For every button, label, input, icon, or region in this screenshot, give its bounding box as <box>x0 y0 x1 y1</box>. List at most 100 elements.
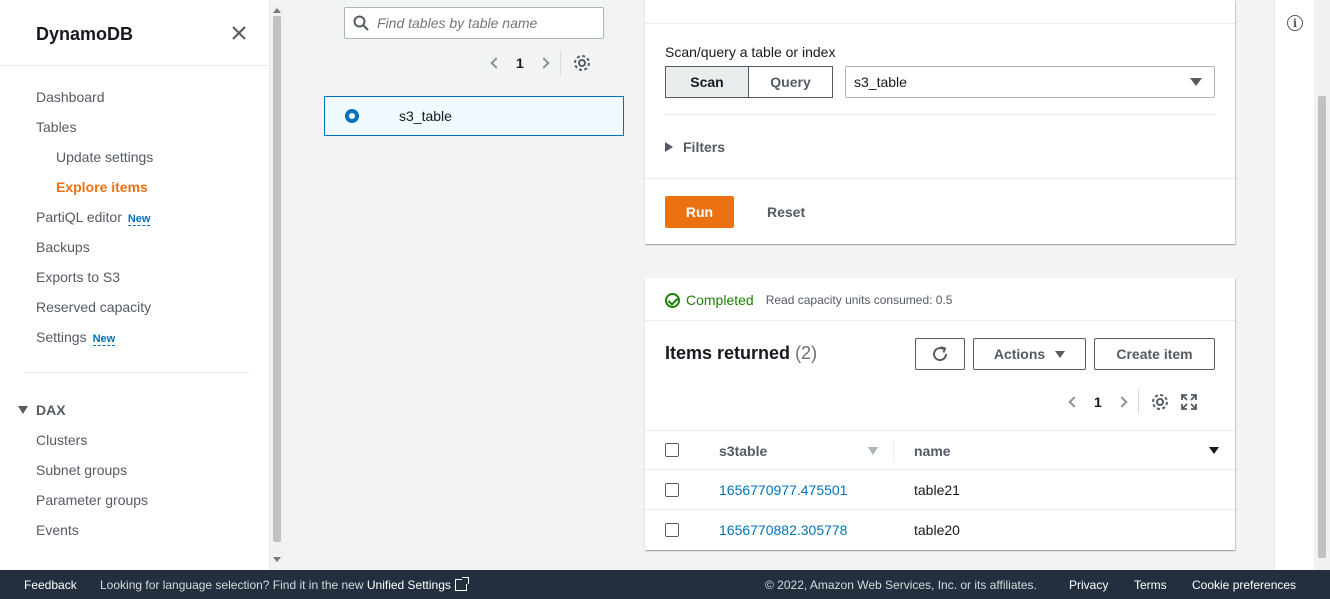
actions-dropdown-button[interactable]: Actions <box>973 338 1086 370</box>
language-notice-text: Looking for language selection? Find it … <box>100 578 364 592</box>
sidebar-item-update-settings[interactable]: Update settings <box>56 149 153 165</box>
cookie-preferences-link[interactable]: Cookie preferences <box>1192 578 1296 592</box>
footer: Feedback Looking for language selection?… <box>0 570 1330 599</box>
sidebar-item-tables[interactable]: Tables <box>36 119 76 135</box>
divider <box>559 51 561 75</box>
gear-icon[interactable] <box>573 54 591 72</box>
chevron-right-icon[interactable] <box>1116 396 1128 408</box>
unified-settings-link[interactable]: Unified Settings <box>367 578 451 592</box>
name-cell: table20 <box>914 522 960 538</box>
caret-down-icon <box>1190 78 1202 86</box>
sidebar-item-settings[interactable]: Settings New <box>36 329 116 346</box>
sidebar-title[interactable]: DynamoDB <box>36 24 133 45</box>
filters-expander[interactable]: Filters <box>665 139 725 155</box>
item-link[interactable]: 1656770882.305778 <box>719 522 847 538</box>
create-item-button[interactable]: Create item <box>1094 338 1215 370</box>
items-returned-heading: Items returned (2) <box>665 343 817 364</box>
tables-pagination: 1 <box>490 51 591 75</box>
radio-button-selected[interactable] <box>345 109 359 123</box>
table-search-field[interactable] <box>344 7 604 39</box>
feedback-link[interactable]: Feedback <box>24 578 77 592</box>
search-icon <box>353 15 369 31</box>
gear-icon[interactable] <box>1151 393 1169 411</box>
item-link[interactable]: 1656770977.475501 <box>719 482 847 498</box>
run-button[interactable]: Run <box>665 196 734 228</box>
row-checkbox[interactable] <box>665 523 679 537</box>
table-index-select[interactable]: s3_table <box>845 66 1215 98</box>
divider <box>1137 390 1139 414</box>
page-number[interactable]: 1 <box>516 55 524 71</box>
sidebar-item-events[interactable]: Events <box>36 522 79 538</box>
results-panel: Completed Read capacity units consumed: … <box>645 278 1235 550</box>
divider <box>645 320 1235 321</box>
refresh-icon <box>933 346 948 362</box>
new-badge: New <box>92 333 116 346</box>
dax-section-toggle[interactable]: DAX <box>18 402 66 418</box>
page-scrollbar-thumb[interactable] <box>1318 96 1326 558</box>
column-header-name[interactable]: name <box>914 443 951 459</box>
caret-down-icon <box>18 406 28 414</box>
items-title: Items returned <box>665 343 791 363</box>
row-checkbox[interactable] <box>665 483 679 497</box>
new-badge: New <box>127 213 151 226</box>
page-scrollbar[interactable] <box>1314 0 1330 570</box>
sidebar-item-backups[interactable]: Backups <box>36 239 90 255</box>
scan-button[interactable]: Scan <box>665 66 749 98</box>
sidebar-item-parameter-groups[interactable]: Parameter groups <box>36 492 148 508</box>
sidebar-item-subnet-groups[interactable]: Subnet groups <box>36 462 127 478</box>
column-divider[interactable] <box>893 441 894 461</box>
column-header-s3table[interactable]: s3table <box>719 443 767 459</box>
divider <box>665 114 1215 115</box>
scan-query-toggle: Scan Query <box>665 66 833 98</box>
sidebar-scrollbar-thumb[interactable] <box>273 16 281 542</box>
search-input[interactable] <box>377 15 597 31</box>
dax-section-label: DAX <box>36 402 66 418</box>
table-row: 1656770882.305778 table20 <box>645 510 1235 550</box>
sidebar-item-exports-to-s3[interactable]: Exports to S3 <box>36 269 120 285</box>
items-count: (2) <box>795 343 818 363</box>
table-name: s3_table <box>399 108 452 124</box>
divider <box>645 23 1235 24</box>
read-capacity-text: Read capacity units consumed: 0.5 <box>765 293 953 307</box>
actions-label: Actions <box>993 346 1046 362</box>
tools-panel-rail <box>1274 0 1314 570</box>
sort-descending-icon[interactable] <box>1209 447 1219 454</box>
page-number[interactable]: 1 <box>1094 394 1102 410</box>
sidebar-header: DynamoDB <box>0 0 269 66</box>
chevron-right-icon[interactable] <box>538 57 550 69</box>
privacy-link[interactable]: Privacy <box>1069 578 1108 592</box>
reset-button[interactable]: Reset <box>767 204 805 220</box>
scan-query-label: Scan/query a table or index <box>665 44 836 60</box>
info-icon[interactable]: i <box>1287 15 1303 31</box>
close-icon[interactable] <box>229 23 249 43</box>
sidebar-item-dashboard[interactable]: Dashboard <box>36 89 105 105</box>
terms-link[interactable]: Terms <box>1134 578 1167 592</box>
sidebar-item-clusters[interactable]: Clusters <box>36 432 87 448</box>
sidebar-item-label: PartiQL editor <box>36 209 122 225</box>
language-notice: Looking for language selection? Find it … <box>100 577 469 592</box>
sidebar-item-explore-items[interactable]: Explore items <box>56 179 148 195</box>
sidebar-item-label: Settings <box>36 329 87 345</box>
sidebar-item-partiql-editor[interactable]: PartiQL editor New <box>36 209 151 226</box>
sidebar-item-reserved-capacity[interactable]: Reserved capacity <box>36 299 151 315</box>
selected-value: s3_table <box>854 74 907 90</box>
chevron-left-icon[interactable] <box>1068 396 1080 408</box>
scan-query-panel: Scan/query a table or index Scan Query s… <box>645 0 1235 244</box>
table-list-item-selected[interactable]: s3_table <box>324 96 624 136</box>
status-text: Completed <box>686 292 754 308</box>
scroll-down-arrow-icon[interactable] <box>273 557 281 562</box>
caret-right-icon <box>665 142 673 152</box>
sort-icon[interactable] <box>868 447 878 455</box>
query-button[interactable]: Query <box>749 66 833 98</box>
select-all-checkbox[interactable] <box>665 443 679 457</box>
status-indicator: Completed Read capacity units consumed: … <box>665 292 952 308</box>
results-pagination: 1 <box>1068 390 1197 414</box>
side-navigation: DynamoDB Dashboard Tables Update setting… <box>0 0 270 570</box>
refresh-button[interactable] <box>915 338 965 370</box>
scroll-up-arrow-icon[interactable] <box>273 8 281 13</box>
external-link-icon <box>454 577 469 591</box>
fullscreen-icon[interactable] <box>1180 394 1197 410</box>
chevron-left-icon[interactable] <box>490 57 502 69</box>
name-cell: table21 <box>914 482 960 498</box>
filters-label: Filters <box>683 139 726 155</box>
